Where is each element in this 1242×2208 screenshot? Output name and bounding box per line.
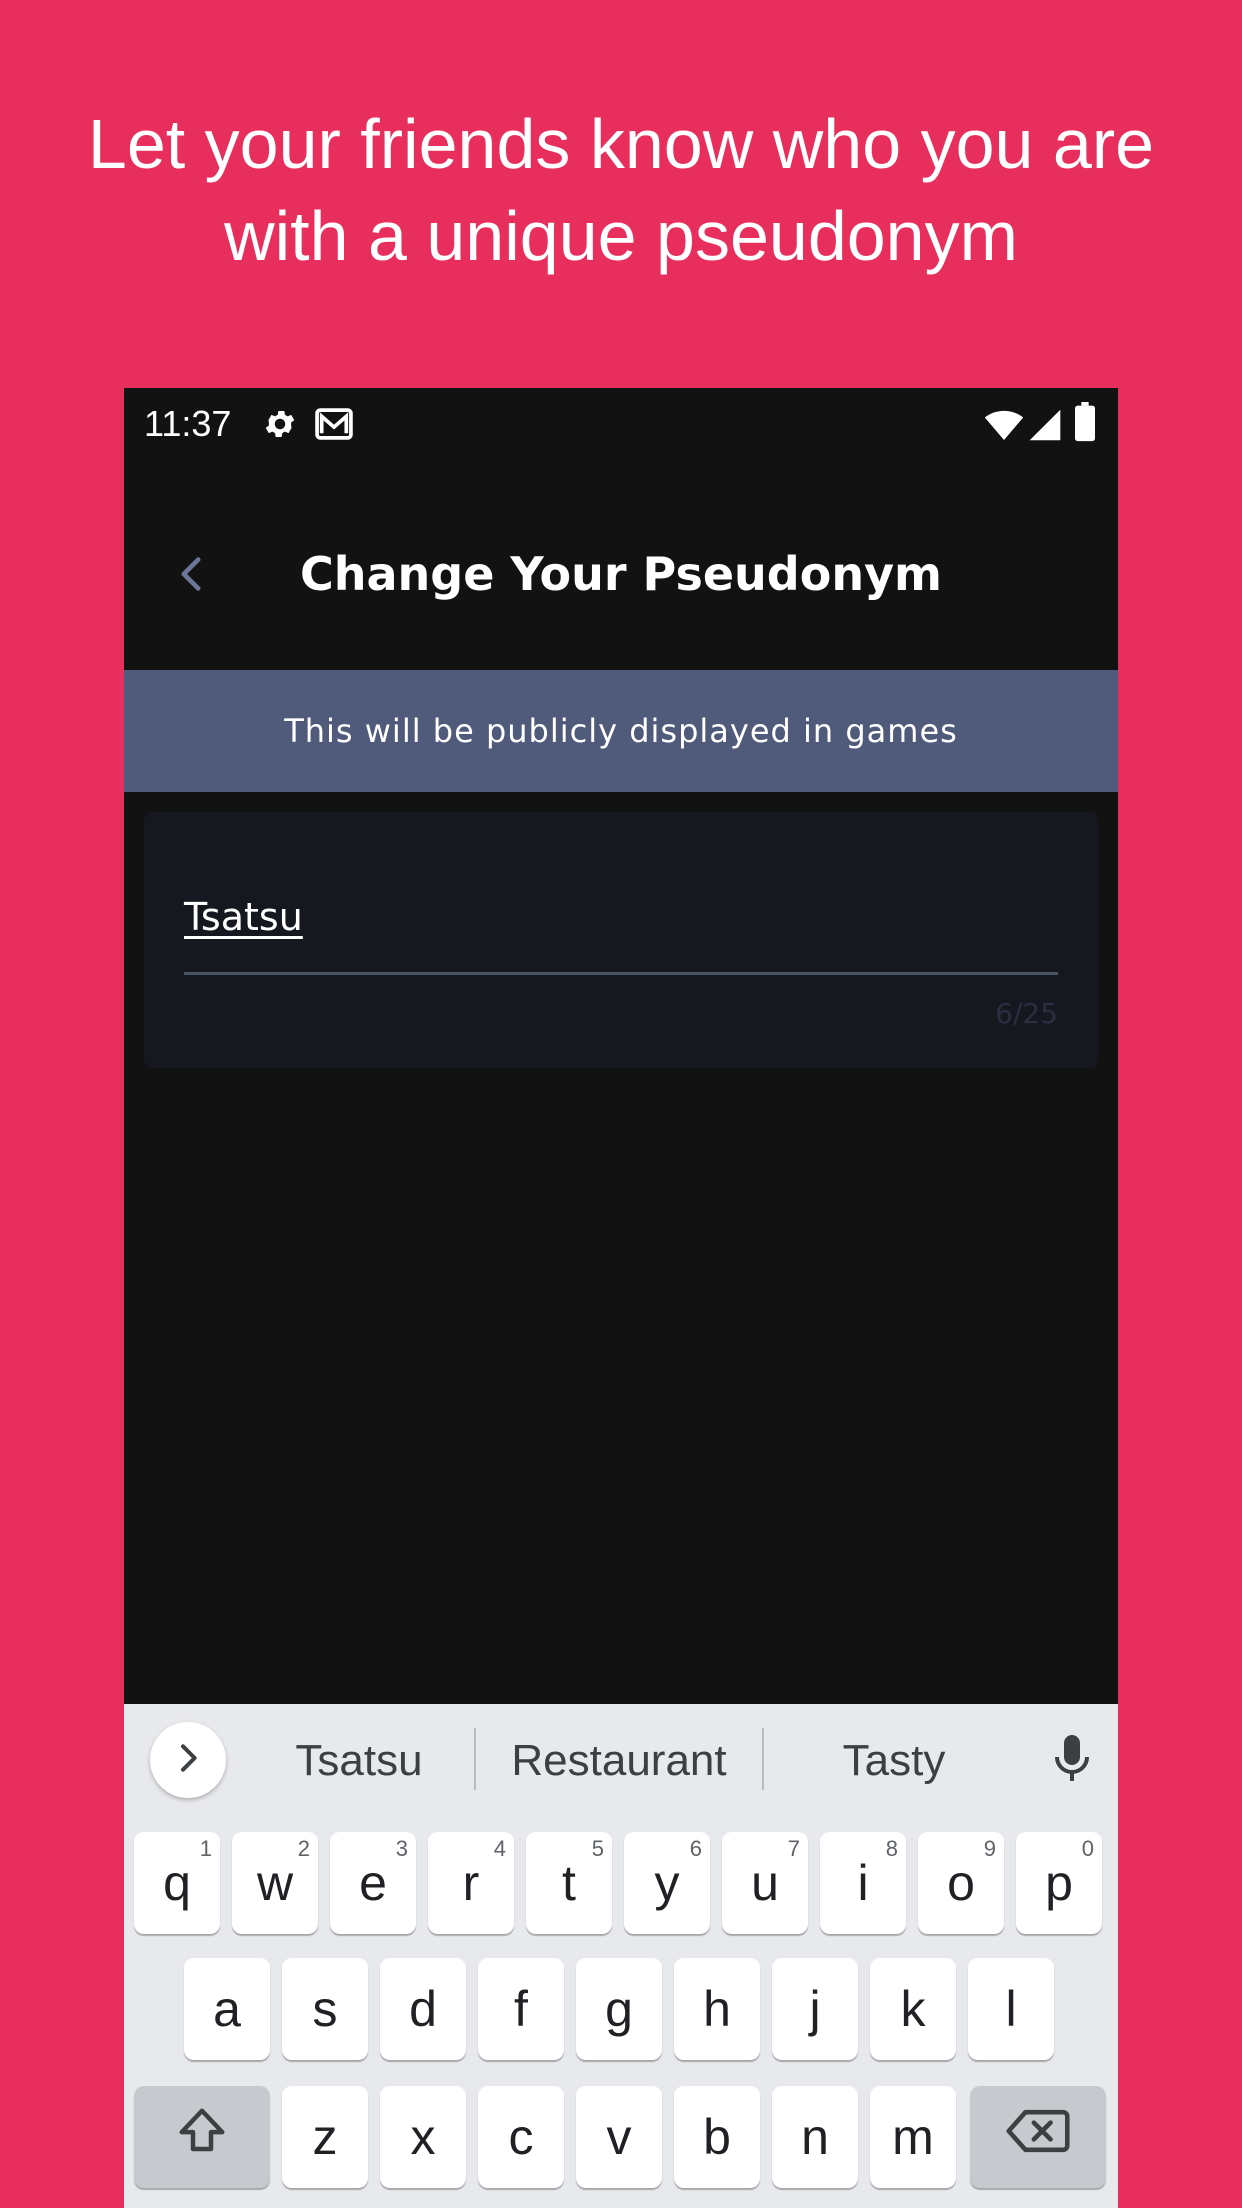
key-h[interactable]: h <box>674 1958 760 2060</box>
status-time: 11:37 <box>144 403 232 444</box>
pseudonym-field-card: Tsatsu 6/25 <box>144 812 1098 1068</box>
pseudonym-input[interactable]: Tsatsu <box>184 882 1058 952</box>
key-g[interactable]: g <box>576 1958 662 2060</box>
key-w[interactable]: w2 <box>232 1832 318 1934</box>
key-o[interactable]: o9 <box>918 1832 1004 1934</box>
keyboard-expand-button[interactable] <box>150 1722 226 1798</box>
info-banner: This will be publicly displayed in games <box>124 670 1118 792</box>
key-z[interactable]: z <box>282 2086 368 2188</box>
chevron-right-icon <box>177 1743 199 1778</box>
key-t[interactable]: t5 <box>526 1832 612 1934</box>
promo-line-2: with a unique pseudonym <box>224 197 1018 275</box>
key-q[interactable]: q1 <box>134 1832 220 1934</box>
input-underline <box>184 972 1058 975</box>
backspace-icon <box>1006 2108 1070 2166</box>
key-a[interactable]: a <box>184 1958 270 2060</box>
key-n[interactable]: n <box>772 2086 858 2188</box>
voice-input-button[interactable] <box>1044 1728 1100 1794</box>
soft-keyboard: Tsatsu Restaurant Tasty q1 w2 e3 r4 t5 y… <box>124 1704 1118 2208</box>
chevron-left-icon <box>180 556 202 597</box>
shift-key[interactable] <box>134 2086 270 2188</box>
suggestion-2[interactable]: Restaurant <box>484 1726 754 1796</box>
key-u[interactable]: u7 <box>722 1832 808 1934</box>
signal-icon <box>1028 408 1062 447</box>
backspace-key[interactable] <box>970 2086 1106 2188</box>
character-counter: 6/25 <box>995 997 1058 1030</box>
key-l[interactable]: l <box>968 1958 1054 2060</box>
key-x[interactable]: x <box>380 2086 466 2188</box>
suggestion-divider <box>474 1728 476 1790</box>
suggestion-1[interactable]: Tsatsu <box>244 1726 474 1796</box>
microphone-icon <box>1052 1733 1092 1790</box>
key-e[interactable]: e3 <box>330 1832 416 1934</box>
status-bar: 11:37 <box>124 388 1118 460</box>
shift-icon <box>175 2104 229 2170</box>
key-v[interactable]: v <box>576 2086 662 2188</box>
gmail-icon <box>314 406 354 447</box>
key-s[interactable]: s <box>282 1958 368 2060</box>
key-j[interactable]: j <box>772 1958 858 2060</box>
suggestion-3[interactable]: Tasty <box>774 1726 1014 1796</box>
key-y[interactable]: y6 <box>624 1832 710 1934</box>
key-d[interactable]: d <box>380 1958 466 2060</box>
key-m[interactable]: m <box>870 2086 956 2188</box>
app-bar: Change Your Pseudonym <box>124 460 1118 670</box>
key-k[interactable]: k <box>870 1958 956 2060</box>
key-b[interactable]: b <box>674 2086 760 2188</box>
page-title: Change Your Pseudonym <box>299 547 942 601</box>
key-c[interactable]: c <box>478 2086 564 2188</box>
suggestion-bar: Tsatsu Restaurant Tasty <box>124 1704 1118 1822</box>
suggestion-divider <box>762 1728 764 1790</box>
key-f[interactable]: f <box>478 1958 564 2060</box>
back-button[interactable] <box>166 546 216 606</box>
promo-line-1: Let your friends know who you are <box>87 105 1155 183</box>
gear-icon <box>262 406 298 447</box>
wifi-icon <box>984 408 1024 447</box>
key-i[interactable]: i8 <box>820 1832 906 1934</box>
battery-icon <box>1074 402 1096 447</box>
phone-screen: 11:37 Change Your Pseudonym This will be… <box>124 388 1118 2208</box>
key-p[interactable]: p0 <box>1016 1832 1102 1934</box>
key-r[interactable]: r4 <box>428 1832 514 1934</box>
promo-headline: Let your friends know who you are with a… <box>0 98 1242 282</box>
